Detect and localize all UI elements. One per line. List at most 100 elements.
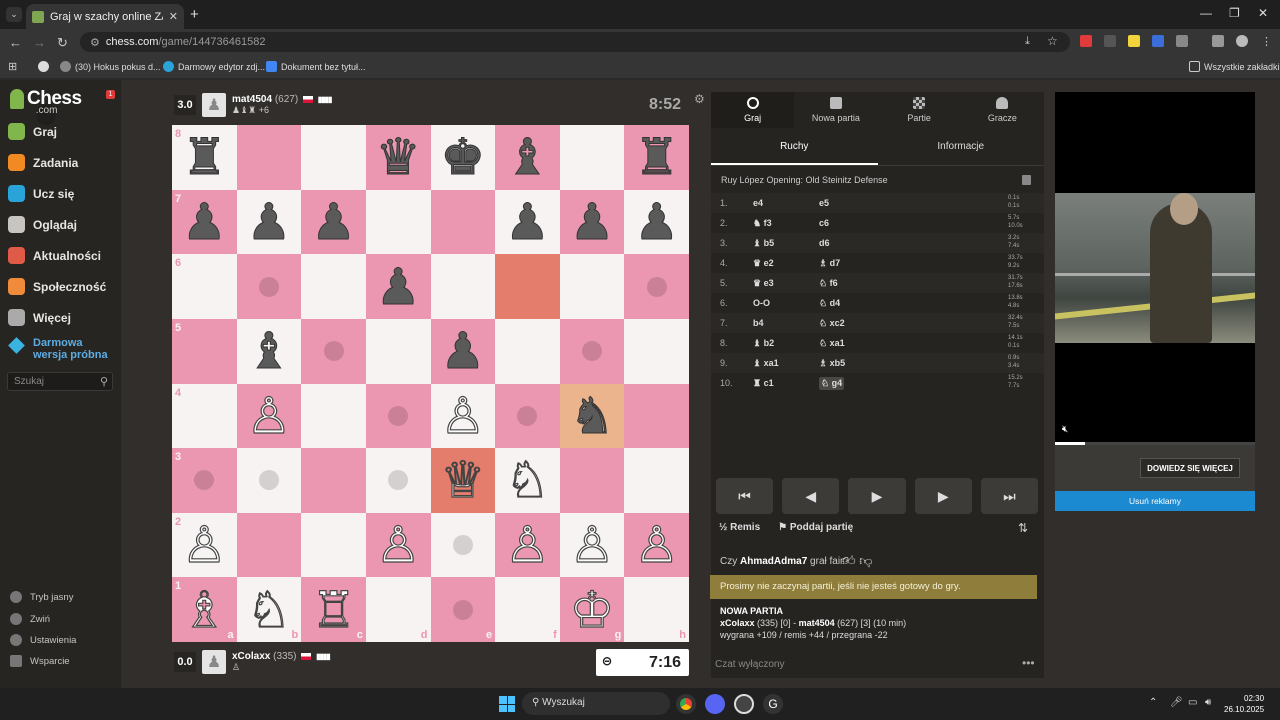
chess-piece[interactable]: ♜: [634, 132, 680, 183]
sidebar-item-6[interactable]: Więcej: [8, 309, 71, 326]
white-move[interactable]: ♝ xa1: [753, 358, 819, 369]
square-h2[interactable]: ♙: [624, 512, 689, 578]
sidebar-item-1[interactable]: Zadania: [8, 154, 78, 171]
square-b3[interactable]: [236, 448, 302, 513]
bottom-player-avatar[interactable]: ♟: [202, 650, 226, 674]
square-h3[interactable]: [624, 448, 689, 513]
trash-icon[interactable]: [1022, 175, 1031, 185]
square-d4[interactable]: [365, 383, 431, 449]
taskbar-search[interactable]: ⚲ Wyszukaj: [522, 692, 670, 715]
square-g5[interactable]: [559, 318, 625, 384]
sidebar-item-4[interactable]: Aktualności: [8, 247, 101, 264]
square-h4[interactable]: [624, 383, 689, 449]
last-move-button[interactable]: ⏭: [980, 478, 1039, 514]
offer-draw-button[interactable]: ½ Remis: [719, 522, 760, 533]
chess-piece[interactable]: ♙: [181, 519, 227, 570]
app-g-icon[interactable]: G: [763, 694, 783, 714]
extension-yellow-icon[interactable]: [1128, 35, 1140, 47]
square-e3[interactable]: ♕: [430, 448, 496, 513]
chess-piece[interactable]: ♟: [181, 196, 227, 247]
chess-piece[interactable]: ♟: [569, 196, 615, 247]
top-player-name[interactable]: mat4504: [232, 94, 272, 105]
chess-piece[interactable]: ♝: [505, 132, 551, 183]
square-g8[interactable]: [559, 125, 625, 190]
forward-icon[interactable]: →: [33, 35, 46, 50]
black-move[interactable]: ♘ d4: [819, 298, 899, 309]
square-b2[interactable]: [236, 512, 302, 578]
microphone-icon[interactable]: 🎤︎: [1170, 697, 1183, 708]
square-a1[interactable]: ♗ 1 a: [172, 577, 237, 642]
square-e4[interactable]: ♙: [430, 383, 496, 449]
tab-new-game[interactable]: Nowa partia: [794, 92, 877, 128]
legal-move-dot[interactable]: [194, 470, 215, 491]
black-move[interactable]: ♗ xb5: [819, 358, 899, 369]
tab-games[interactable]: Partie: [878, 92, 961, 128]
chess-piece[interactable]: ♔: [569, 584, 615, 635]
square-f8[interactable]: ♝: [495, 125, 560, 190]
sidebar-item-3[interactable]: Oglądaj: [8, 216, 77, 233]
square-a8[interactable]: ♜ 8: [172, 125, 237, 190]
network-icon[interactable]: ▭: [1188, 697, 1197, 708]
bottom-player-name[interactable]: xColaxx: [232, 651, 270, 662]
chesscom-logo[interactable]: Chess .com: [10, 88, 82, 125]
extension-translate-icon[interactable]: [1152, 35, 1164, 47]
square-e6[interactable]: [430, 254, 496, 319]
square-g7[interactable]: ♟: [559, 189, 625, 255]
chess-piece[interactable]: ♚: [440, 132, 486, 183]
apps-grid-icon[interactable]: ⊞: [8, 60, 17, 73]
square-d2[interactable]: ♙: [365, 512, 431, 578]
chess-piece[interactable]: ♗: [181, 584, 227, 635]
chess-piece[interactable]: ♟: [505, 196, 551, 247]
chess-piece[interactable]: ♙: [634, 519, 680, 570]
maximize-icon[interactable]: ❐: [1229, 6, 1240, 20]
square-b1[interactable]: ♘ b: [236, 577, 302, 642]
square-e2[interactable]: [430, 512, 496, 578]
reload-icon[interactable]: ↻: [57, 35, 68, 51]
legal-move-dot[interactable]: [452, 599, 473, 620]
square-f6[interactable]: [495, 254, 560, 319]
resign-button[interactable]: ⚑ Poddaj partię: [778, 522, 853, 533]
flip-board-icon[interactable]: ⇅: [1018, 521, 1028, 535]
square-c4[interactable]: [301, 383, 366, 449]
square-b7[interactable]: ♟: [236, 189, 302, 255]
chess-piece[interactable]: ♟: [634, 196, 680, 247]
chess-piece[interactable]: ♙: [375, 519, 421, 570]
profile-avatar[interactable]: [1236, 35, 1248, 47]
bookmark-2[interactable]: Darmowy edytor zdj...: [163, 61, 265, 72]
square-d3[interactable]: [365, 448, 431, 513]
fair-user[interactable]: AhmadAdma7: [740, 556, 807, 567]
square-e8[interactable]: ♚: [430, 125, 496, 190]
square-d6[interactable]: ♟: [365, 254, 431, 319]
tab-search-button[interactable]: ⌄: [6, 7, 22, 22]
free-trial-link[interactable]: Darmowa wersja próbna: [8, 337, 113, 361]
chess-piece[interactable]: ♛: [375, 132, 421, 183]
square-h1[interactable]: h: [624, 577, 689, 642]
extension-red-icon[interactable]: [1080, 35, 1092, 47]
square-b6[interactable]: [236, 254, 302, 319]
black-move[interactable]: ♘ f6: [819, 278, 899, 289]
bookmark-github[interactable]: [38, 61, 49, 72]
square-c6[interactable]: [301, 254, 366, 319]
chess-piece[interactable]: ♟: [440, 326, 486, 377]
chess-piece[interactable]: ♜: [181, 132, 227, 183]
square-f2[interactable]: ♙: [495, 512, 560, 578]
chess-piece[interactable]: ♟: [375, 261, 421, 312]
chess-piece[interactable]: ♟: [246, 196, 292, 247]
thumbs-up-icon[interactable]: 👍︎: [842, 553, 856, 568]
square-f7[interactable]: ♟: [495, 189, 560, 255]
close-tab-icon[interactable]: ✕: [169, 10, 178, 23]
square-a7[interactable]: ♟ 7: [172, 189, 237, 255]
discord-icon[interactable]: [705, 694, 725, 714]
chess-piece[interactable]: ♝: [246, 326, 292, 377]
legal-move-dot[interactable]: [258, 470, 279, 491]
support-link[interactable]: Wsparcie: [10, 655, 70, 667]
legal-move-dot[interactable]: [646, 276, 667, 297]
legal-move-dot[interactable]: [388, 470, 409, 491]
white-move[interactable]: e4: [753, 198, 819, 208]
square-e5[interactable]: ♟: [430, 318, 496, 384]
square-b4[interactable]: ♙: [236, 383, 302, 449]
square-g4[interactable]: ♞: [559, 383, 625, 449]
first-move-button[interactable]: ⏮: [716, 478, 774, 514]
white-move[interactable]: ♝ b5: [753, 238, 819, 249]
legal-move-dot[interactable]: [323, 341, 344, 362]
